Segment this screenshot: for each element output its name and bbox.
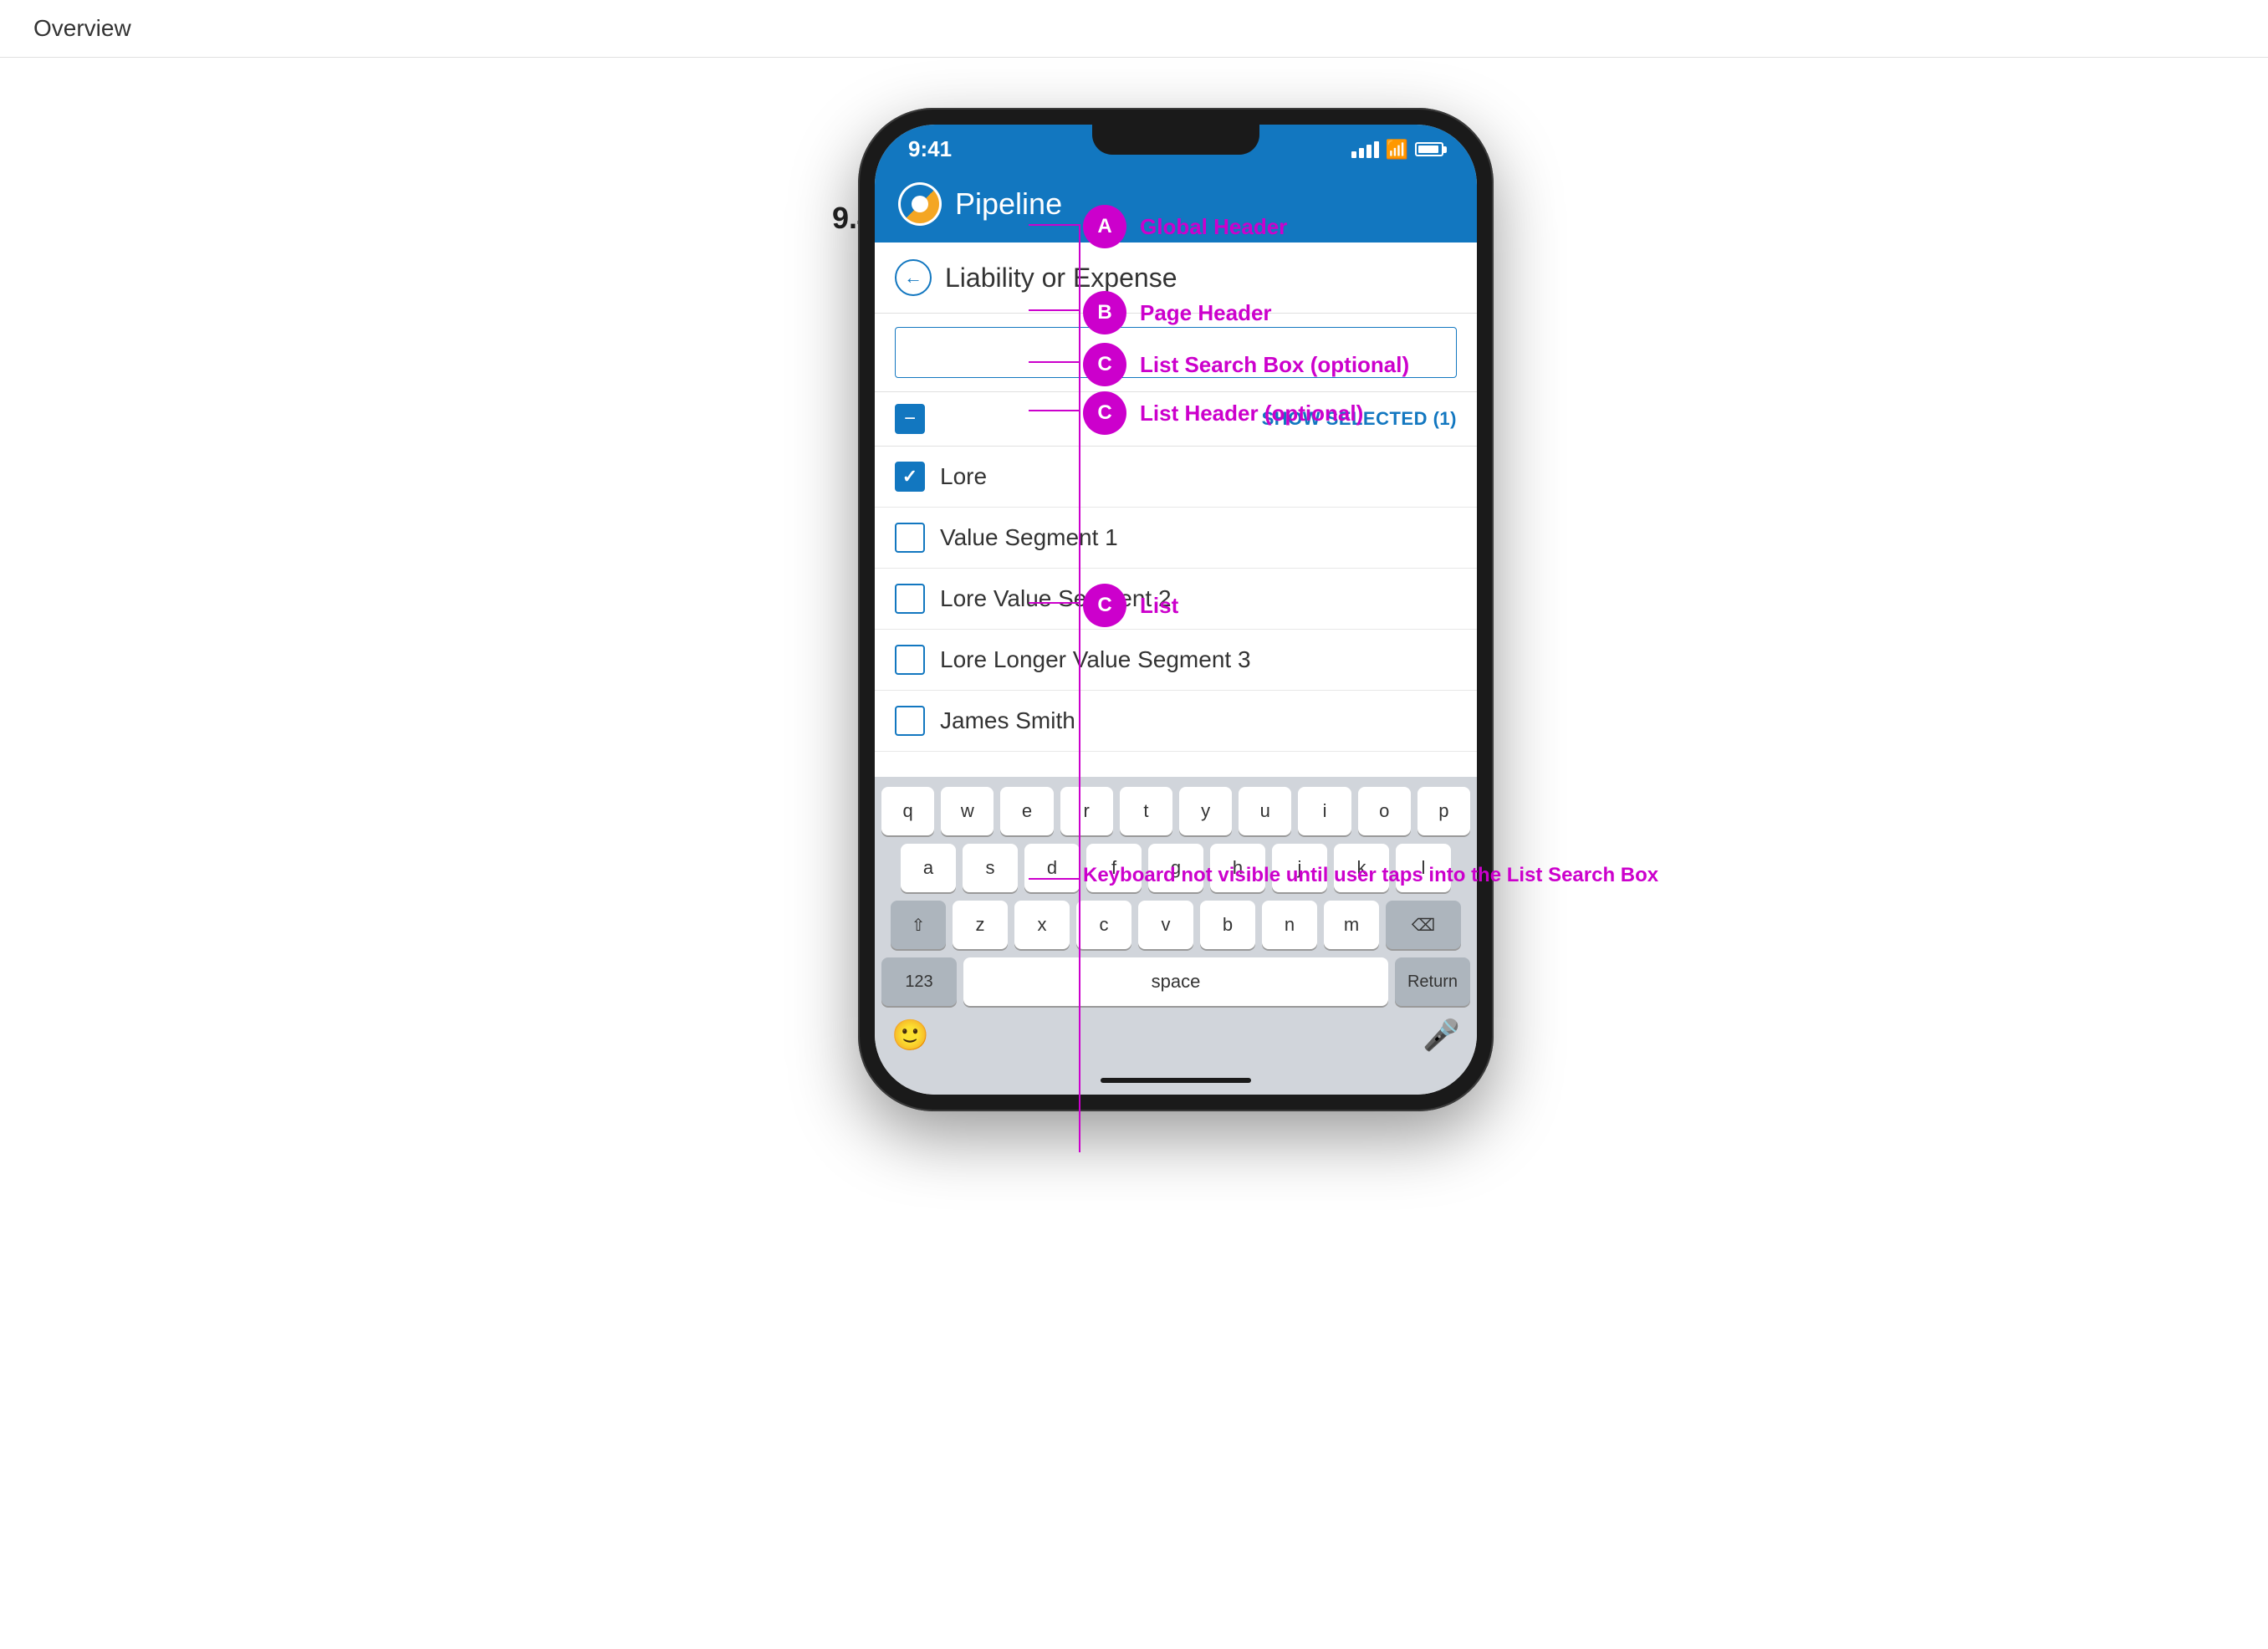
signal-icon [1351,141,1379,158]
annotation-label-c2: List Header (optional) [1140,401,1363,426]
home-bar [1101,1078,1251,1083]
list-item[interactable]: Lore [875,447,1477,508]
key-s[interactable]: s [963,844,1018,892]
phone-notch [1092,125,1259,155]
key-m[interactable]: m [1324,901,1379,949]
key-backspace[interactable]: ⌫ [1386,901,1461,949]
key-w[interactable]: w [941,787,994,835]
select-all-button[interactable] [895,404,925,434]
annotation-c2: C List Header (optional) [1083,391,1363,435]
key-b[interactable]: b [1200,901,1255,949]
nav-title: Overview [33,15,131,42]
voice-key[interactable]: 🎤 [1423,1018,1460,1053]
annotation-hline-b [1029,309,1080,311]
key-space[interactable]: space [963,957,1388,1006]
annotation-a: A Global Header [1083,205,1287,248]
annotation-vline [1079,224,1080,1152]
annotation-bubble-b: B [1083,291,1126,334]
key-123[interactable]: 123 [881,957,957,1006]
key-v[interactable]: v [1138,901,1193,949]
checkbox-lore-longer[interactable] [895,645,925,675]
key-d[interactable]: d [1024,844,1080,892]
app-logo [898,182,942,226]
page-title: Liability or Expense [945,263,1177,294]
annotation-b: B Page Header [1083,291,1272,334]
key-a[interactable]: a [901,844,956,892]
annotation-label-b: Page Header [1140,300,1272,326]
annotation-hline-c3 [1029,602,1080,604]
keyboard-row-3: ⇧ z x c v b n m ⌫ [881,901,1470,949]
key-c[interactable]: c [1076,901,1131,949]
wifi-icon: 📶 [1386,139,1408,161]
annotation-bubble-a: A [1083,205,1126,248]
keyboard: q w e r t y u i o p a s [875,777,1477,1066]
key-return[interactable]: Return [1395,957,1470,1006]
list-item[interactable]: Lore Longer Value Segment 3 [875,630,1477,691]
item-label-value-segment-1: Value Segment 1 [940,524,1118,551]
checkbox-lore-value-segment-2[interactable] [895,584,925,614]
checkbox-james-smith[interactable] [895,706,925,736]
annotation-hline-kb [1029,878,1080,880]
annotation-bubble-c3: C [1083,584,1126,627]
key-t[interactable]: t [1120,787,1172,835]
annotation-bubble-c1: C [1083,343,1126,386]
annotation-bubble-c2: C [1083,391,1126,435]
key-o[interactable]: o [1358,787,1411,835]
key-y[interactable]: y [1179,787,1232,835]
annotation-label-c1: List Search Box (optional) [1140,352,1409,378]
app-name: Pipeline [955,186,1062,222]
item-label-lore: Lore [940,463,987,490]
back-button[interactable]: ← [895,259,932,296]
key-q[interactable]: q [881,787,934,835]
checkbox-value-segment-1[interactable] [895,523,925,553]
annotation-label-c3: List [1140,593,1178,619]
top-nav: Overview [0,0,2268,58]
item-label-james-smith: James Smith [940,707,1075,734]
key-shift[interactable]: ⇧ [891,901,946,949]
status-icons: 📶 [1351,139,1443,161]
keyboard-bottom: 🙂 🎤 [881,1014,1470,1059]
keyboard-note: Keyboard not visible until user taps int… [1083,861,1658,890]
logo-inner [901,185,939,223]
annotation-c3: C List [1083,584,1178,627]
checkbox-lore[interactable] [895,462,925,492]
key-n[interactable]: n [1262,901,1317,949]
keyboard-row-4: 123 space Return [881,957,1470,1006]
annotation-hline-c1 [1029,361,1080,363]
key-p[interactable]: p [1418,787,1470,835]
annotation-hline-a [1029,224,1080,226]
annotation-c1: C List Search Box (optional) [1083,343,1409,386]
key-i[interactable]: i [1298,787,1351,835]
spacer [875,752,1477,777]
keyboard-row-1: q w e r t y u i o p [881,787,1470,835]
key-x[interactable]: x [1014,901,1070,949]
key-r[interactable]: r [1060,787,1113,835]
list-item[interactable]: James Smith [875,691,1477,752]
annotation-hline-c2 [1029,410,1080,411]
battery-icon [1415,142,1443,156]
status-time: 9:41 [908,136,952,162]
annotation-label-a: Global Header [1140,214,1287,240]
emoji-key[interactable]: 🙂 [891,1018,929,1053]
key-u[interactable]: u [1239,787,1291,835]
item-label-lore-longer: Lore Longer Value Segment 3 [940,646,1251,673]
list-item[interactable]: Value Segment 1 [875,508,1477,569]
key-z[interactable]: z [953,901,1008,949]
key-e[interactable]: e [1000,787,1053,835]
